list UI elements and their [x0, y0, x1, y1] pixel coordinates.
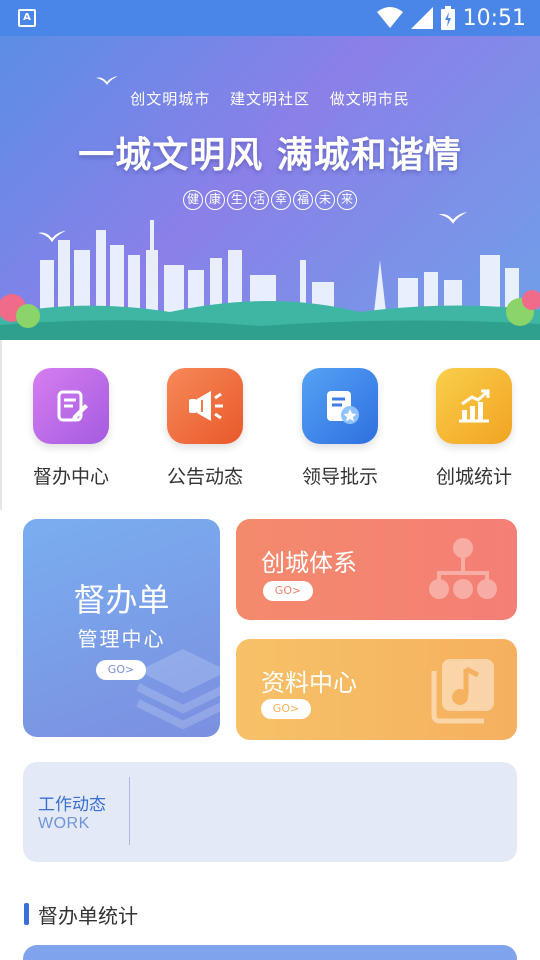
banner-subtitle-char: 生 — [227, 190, 247, 210]
bird-icon — [96, 76, 118, 85]
app-notification-icon: A — [18, 9, 36, 27]
quick-menu: 督办中心 公告动态 领导批示 创城统计 — [0, 340, 540, 510]
banner-subtitle-char: 福 — [293, 190, 313, 210]
banner-subtitle: 健康生活幸福未来 — [0, 188, 540, 210]
stats-panel — [23, 945, 517, 960]
card-title: 资料中心 — [261, 669, 357, 697]
card-title: 创城体系 — [261, 549, 357, 577]
banner-subtitle-char: 幸 — [271, 190, 291, 210]
quick-item-city-statistics[interactable]: 创城统计 — [414, 368, 534, 489]
edit-document-icon — [33, 368, 109, 444]
status-bar: A 10:51 — [0, 0, 540, 36]
card-subtitle: 管理中心 — [77, 627, 166, 651]
go-button[interactable]: GO> — [261, 699, 311, 719]
divider — [129, 777, 130, 845]
bar-chart-icon — [436, 368, 512, 444]
section-marker — [24, 903, 29, 925]
banner-subtitle-char: 来 — [337, 190, 357, 210]
music-library-icon — [431, 659, 494, 724]
work-news-panel[interactable]: 工作动态 WORK — [23, 762, 517, 862]
card-title: 督办单 — [73, 581, 170, 619]
section-title: 督办单统计 — [38, 903, 138, 928]
quick-item-label: 督办中心 — [32, 466, 109, 488]
work-news-subtitle: WORK — [38, 815, 90, 832]
signal-icon — [410, 7, 433, 29]
document-star-icon — [302, 368, 378, 444]
supervision-list-card[interactable]: 督办单 管理中心 GO> — [23, 519, 220, 737]
org-tree-icon — [429, 538, 497, 599]
banner-subtitle-char: 活 — [249, 190, 269, 210]
stack-layers-icon — [136, 649, 220, 730]
banner-subtitle-char: 健 — [183, 190, 203, 210]
wifi-icon — [376, 7, 403, 28]
hero-banner[interactable]: 创文明城市 建文明社区 做文明市民 一城文明风 满城和谐情 健康生活幸福未来 — [0, 36, 540, 340]
banner-subtitle-char: 康 — [205, 190, 225, 210]
work-news-title: 工作动态 — [38, 795, 106, 815]
quick-item-label: 领导批示 — [301, 466, 378, 488]
go-button[interactable]: GO> — [263, 581, 313, 601]
quick-item-leader-instructions[interactable]: 领导批示 — [280, 368, 400, 489]
megaphone-icon — [167, 368, 243, 444]
quick-item-label: 公告动态 — [166, 466, 243, 488]
resource-center-card[interactable]: 资料中心 GO> — [236, 639, 517, 740]
battery-icon — [440, 6, 455, 30]
city-system-card[interactable]: 创城体系 GO> — [236, 519, 517, 620]
quick-item-supervision-center[interactable]: 督办中心 — [11, 368, 131, 489]
banner-title: 一城文明风 满城和谐情 — [78, 134, 462, 176]
banner-slogans: 创文明城市 建文明社区 做文明市民 — [130, 90, 410, 108]
city-skyline-illustration — [0, 220, 540, 340]
go-button[interactable]: GO> — [96, 660, 146, 680]
clock: 10:51 — [462, 5, 526, 31]
banner-subtitle-char: 未 — [315, 190, 335, 210]
quick-item-label: 创城统计 — [435, 466, 512, 488]
quick-item-announcements[interactable]: 公告动态 — [145, 368, 265, 489]
supervision-stats-heading: 督办单统计 — [24, 902, 138, 928]
